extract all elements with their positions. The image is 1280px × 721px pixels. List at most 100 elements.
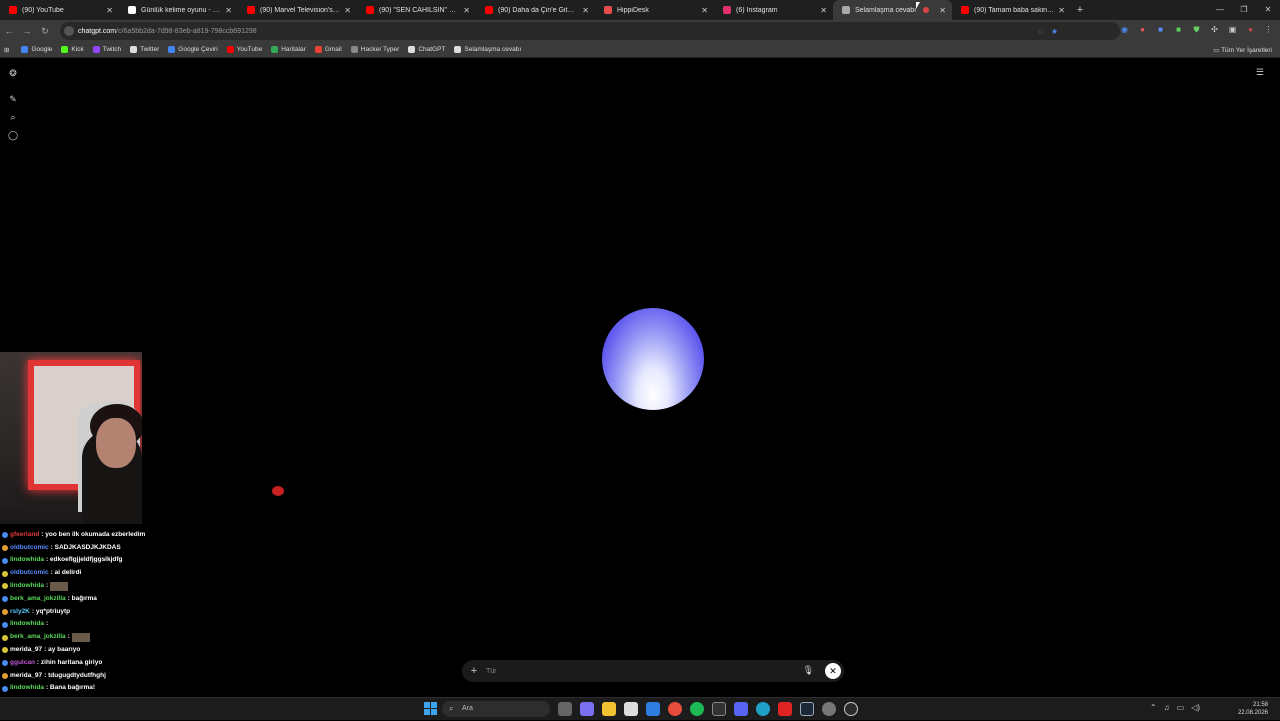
back-icon[interactable]: ← — [0, 26, 18, 36]
tab-close-icon[interactable]: ✕ — [939, 6, 946, 15]
chat-message: rsly2K: yq*ptriuytp — [0, 606, 240, 619]
extension-shield-icon[interactable]: ⛊ — [1191, 24, 1202, 35]
tab-recording-icon[interactable] — [923, 7, 930, 13]
close-voice-icon[interactable]: ✕ — [825, 663, 841, 679]
bookmark-item[interactable]: Twitch — [92, 46, 121, 53]
browser-tab[interactable]: (90) YouTube ✕ — [0, 0, 119, 20]
chat-badge-icon — [2, 685, 8, 692]
steam-icon[interactable] — [800, 702, 814, 716]
eye-off-icon[interactable]: ◌ — [1038, 27, 1043, 36]
taskbar-search-label: Ara — [462, 705, 473, 712]
chat-text: : bağırma — [67, 594, 97, 602]
taskbar-search[interactable]: ⌕ Ara — [442, 701, 550, 717]
tab-close-icon[interactable]: ✕ — [820, 6, 827, 15]
bookmark-label: Selamlaşma cevabı — [464, 46, 522, 53]
chatgpt-logo-icon[interactable]: ❂ — [7, 67, 19, 79]
chat-badge-icon — [2, 544, 8, 551]
browser-tab[interactable]: (6) Instagram ✕ — [714, 0, 833, 20]
bookmark-item[interactable]: YouTube — [226, 46, 262, 53]
voice-input-placeholder: Tür — [486, 667, 497, 675]
browser-tab[interactable]: Günlük kelime oyunu - parollo ✕ — [119, 0, 238, 20]
bookmark-star-icon[interactable]: ★ — [1051, 27, 1058, 36]
start-windows-icon[interactable] — [424, 702, 437, 715]
tab-close-icon[interactable]: ✕ — [1058, 6, 1065, 15]
extension-audio-icon[interactable]: ◉ — [1119, 24, 1130, 35]
tray-network-icon[interactable]: ▭ — [1177, 703, 1185, 712]
chat-bubble-icon[interactable]: ◯ — [7, 129, 19, 141]
all-bookmarks[interactable]: ▭ Tüm Yer İşaretleri — [1213, 46, 1272, 54]
clock-time: 21:58 — [1252, 702, 1268, 708]
browser-tab[interactable]: (90) Daha da Çin'e Gitmemi! (Hi ✕ — [476, 0, 595, 20]
tray-chevron-icon[interactable]: ⌃ — [1150, 703, 1157, 712]
address-bar[interactable]: chatgpt.com /c/6a5bb2da-7d98-83eb-a819-7… — [60, 22, 1120, 40]
chat-text: : ai delirdi — [50, 569, 82, 577]
browser-tab[interactable]: HippiDesk ✕ — [595, 0, 714, 20]
close-window-icon[interactable]: ✕ — [1256, 0, 1280, 20]
file-explorer-icon[interactable] — [602, 702, 616, 716]
bookmark-label: Google Çeviri — [178, 46, 218, 53]
mail-icon[interactable] — [646, 702, 660, 716]
bookmark-item[interactable]: Gmail — [314, 46, 342, 53]
tab-close-icon[interactable]: ✕ — [582, 6, 589, 15]
reload-icon[interactable]: ↻ — [36, 26, 54, 37]
menu-kebab-icon[interactable]: ⋮ — [1263, 24, 1274, 35]
profile-avatar[interactable]: ● — [1245, 24, 1256, 35]
voice-orb — [602, 308, 704, 410]
settings-sliders-icon[interactable]: ☰ — [1256, 67, 1264, 78]
settings-gear-icon[interactable] — [822, 702, 836, 716]
store-icon[interactable] — [624, 702, 638, 716]
extension-green-icon[interactable]: ■ — [1173, 24, 1184, 35]
browser-tab[interactable]: (90) "SEN CAHİLSİN" 1000 KİŞİ ✕ — [357, 0, 476, 20]
browser-tab[interactable]: (90) Marvel Television's VisionQ ✕ — [238, 0, 357, 20]
bookmark-item[interactable]: Hacker Typer — [350, 46, 399, 53]
terminal-icon[interactable] — [712, 702, 726, 716]
new-chat-icon[interactable]: ✎ — [7, 93, 19, 105]
tray-mic-icon[interactable]: ♫ — [1164, 703, 1170, 712]
red-light — [272, 486, 284, 496]
browser-tab[interactable]: Selamlaşma cevabı ✕ — [833, 0, 952, 20]
extensions-puzzle-icon[interactable]: ✣ — [1209, 24, 1220, 35]
spotify-icon[interactable] — [690, 702, 704, 716]
search-icon[interactable]: ⌕ — [7, 111, 19, 123]
site-info-icon[interactable] — [64, 26, 74, 36]
bookmark-item[interactable]: ChatGPT — [408, 46, 445, 53]
obs-icon[interactable] — [844, 702, 858, 716]
tab-favicon-icon — [961, 6, 969, 14]
bookmark-item[interactable]: Kick — [61, 46, 84, 53]
bookmark-favicon-icon — [21, 46, 29, 53]
browser-tab[interactable]: (90) Tamam baba sakinleş - You✕ — [952, 0, 1071, 20]
chrome-icon[interactable] — [668, 702, 682, 716]
plus-icon[interactable]: + — [462, 665, 486, 677]
chat-badge-icon — [2, 660, 8, 667]
discord-icon[interactable] — [734, 702, 748, 716]
tab-close-icon[interactable]: ✕ — [106, 6, 113, 15]
new-tab-icon[interactable]: + — [1071, 4, 1089, 16]
bookmark-item[interactable]: Google Çeviri — [168, 46, 218, 53]
extension-blue-icon[interactable]: ■ — [1155, 24, 1166, 35]
bookmark-favicon-icon — [408, 46, 416, 53]
bookmark-item[interactable]: Haritalar — [271, 46, 306, 53]
tray-volume-icon[interactable]: ◁) — [1191, 703, 1200, 712]
bookmark-item[interactable]: Selamlaşma cevabı — [454, 46, 521, 53]
mic-off-icon[interactable]: 🎙 — [803, 665, 814, 676]
minimize-icon[interactable]: — — [1208, 0, 1232, 20]
bookmark-item[interactable]: Google — [21, 46, 52, 53]
tab-close-icon[interactable]: ✕ — [225, 6, 232, 15]
extension-red-icon[interactable]: ● — [1137, 24, 1148, 35]
forward-icon[interactable]: → — [18, 26, 36, 36]
split-icon[interactable]: ▣ — [1227, 24, 1238, 35]
tab-close-icon[interactable]: ✕ — [463, 6, 470, 15]
tab-close-icon[interactable]: ✕ — [344, 6, 351, 15]
taskbar-clock[interactable]: 21:58 22.08.2026 — [1238, 701, 1268, 717]
address-host: chatgpt.com — [78, 27, 117, 35]
apps-grid-icon[interactable]: ⊞ — [4, 46, 9, 54]
tab-close-icon[interactable]: ✕ — [701, 6, 708, 15]
bookmark-item[interactable]: Twitter — [130, 46, 159, 53]
edge-icon[interactable] — [756, 702, 770, 716]
maximize-icon[interactable]: ❐ — [1232, 0, 1256, 20]
task-view-icon[interactable] — [558, 702, 572, 716]
chat-badge-icon — [2, 570, 8, 577]
copilot-icon[interactable] — [580, 702, 594, 716]
voice-input-bar[interactable]: + Tür 🎙 ✕ — [462, 660, 844, 682]
record-icon[interactable] — [778, 702, 792, 716]
